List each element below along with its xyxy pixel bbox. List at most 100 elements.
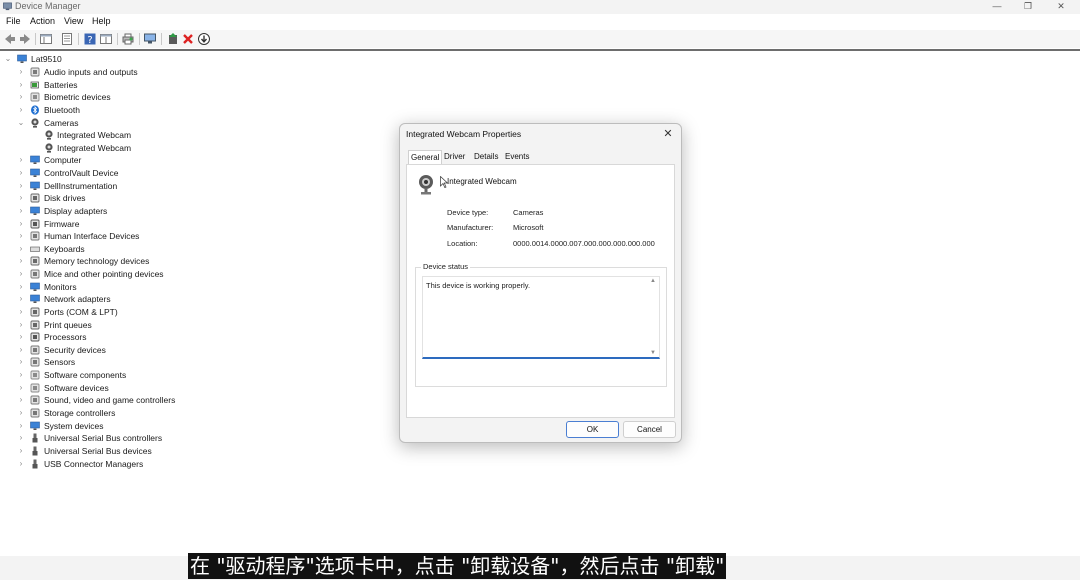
tree-item-universal-serial-bus-devices[interactable]: › Universal Serial Bus devices	[0, 445, 380, 457]
tree-root-lat9510[interactable]: ⌄ Lat9510	[0, 53, 380, 65]
tree-item-integrated-webcam[interactable]: Integrated Webcam	[0, 142, 380, 154]
tree-item-computer[interactable]: › Computer	[0, 154, 380, 166]
tree-item-software-components[interactable]: › Software components	[0, 369, 380, 381]
tree-item-print-queues[interactable]: › Print queues	[0, 319, 380, 331]
menu-help[interactable]: Help	[92, 16, 111, 26]
properties-icon[interactable]	[60, 32, 74, 46]
expand-chevron-icon[interactable]: ›	[17, 382, 25, 394]
expand-chevron-icon[interactable]: ›	[17, 91, 25, 103]
tree-item-label: Security devices	[44, 344, 106, 355]
webcam-icon	[419, 175, 433, 195]
expand-chevron-icon[interactable]: ›	[17, 369, 25, 381]
expand-chevron-icon[interactable]: ›	[17, 394, 25, 406]
tree-item-bluetooth[interactable]: › Bluetooth	[0, 104, 380, 116]
tree-item-cameras[interactable]: ⌄ Cameras	[0, 117, 380, 129]
dialog-close-button[interactable]: ✕	[661, 127, 675, 141]
tree-item-software-devices[interactable]: › Software devices	[0, 382, 380, 394]
tab-general[interactable]: General	[408, 150, 443, 165]
tree-item-audio-inputs-and-outputs[interactable]: › Audio inputs and outputs	[0, 66, 380, 78]
tree-item-monitors[interactable]: › Monitors	[0, 281, 380, 293]
download-update-icon[interactable]	[197, 32, 211, 46]
view-icon[interactable]	[99, 32, 113, 46]
manufacturer-label: Manufacturer:	[447, 223, 494, 232]
tree-item-batteries[interactable]: › Batteries	[0, 79, 380, 91]
menu-action[interactable]: Action	[30, 16, 55, 26]
forward-icon[interactable]	[18, 32, 32, 46]
expand-chevron-icon[interactable]: ›	[17, 66, 25, 78]
tree-item-controlvault-device[interactable]: › ControlVault Device	[0, 167, 380, 179]
expand-chevron-icon[interactable]: ›	[17, 293, 25, 305]
maximize-button[interactable]: ❐	[1013, 0, 1043, 14]
expand-chevron-icon[interactable]: ›	[17, 192, 25, 204]
expand-chevron-icon[interactable]: ›	[17, 205, 25, 217]
expand-chevron-icon[interactable]: ›	[17, 407, 25, 419]
tree-item-firmware[interactable]: › Firmware	[0, 218, 380, 230]
expand-chevron-icon[interactable]: ›	[17, 319, 25, 331]
tree-item-biometric-devices[interactable]: › Biometric devices	[0, 91, 380, 103]
expand-chevron-icon[interactable]: ›	[17, 432, 25, 444]
expand-chevron-icon[interactable]: ›	[17, 268, 25, 280]
tree-item-storage-controllers[interactable]: › Storage controllers	[0, 407, 380, 419]
expand-chevron-icon[interactable]: ›	[17, 344, 25, 356]
expand-chevron-icon[interactable]: ›	[17, 167, 25, 179]
location-value: 0000.0014.0000.007.000.000.000.000.000	[513, 239, 655, 248]
expand-chevron-icon[interactable]: ›	[17, 420, 25, 432]
tree-item-sound-video-and-game-controllers[interactable]: › Sound, video and game controllers	[0, 394, 380, 406]
expand-chevron-icon[interactable]: ›	[17, 218, 25, 230]
print-icon[interactable]	[121, 32, 135, 46]
tree-item-network-adapters[interactable]: › Network adapters	[0, 293, 380, 305]
tree-item-processors[interactable]: › Processors	[0, 331, 380, 343]
tree-item-dellinstrumentation[interactable]: › DellInstrumentation	[0, 180, 380, 192]
help-icon[interactable]: ?	[83, 32, 97, 46]
add-driver-icon[interactable]	[166, 32, 180, 46]
device-status-textbox[interactable]: This device is working properly. ▲ ▼	[422, 276, 660, 359]
expand-chevron-icon[interactable]: ›	[17, 331, 25, 343]
expand-chevron-icon[interactable]: ›	[17, 356, 25, 368]
expand-chevron-icon[interactable]: ›	[17, 104, 25, 116]
tree-item-system-devices[interactable]: › System devices	[0, 420, 380, 432]
expand-chevron-icon[interactable]: ›	[17, 255, 25, 267]
tree-item-integrated-webcam[interactable]: Integrated Webcam	[0, 129, 380, 141]
ok-button[interactable]: OK	[566, 421, 619, 438]
tree-item-universal-serial-bus-controllers[interactable]: › Universal Serial Bus controllers	[0, 432, 380, 444]
minimize-button[interactable]: —	[982, 0, 1012, 14]
expand-chevron-icon[interactable]: ›	[17, 154, 25, 166]
expand-chevron-icon[interactable]: ›	[17, 243, 25, 255]
uninstall-device-icon[interactable]	[181, 32, 195, 46]
collapse-chevron-icon[interactable]: ⌄	[17, 117, 25, 129]
tree-item-disk-drives[interactable]: › Disk drives	[0, 192, 380, 204]
tree-item-sensors[interactable]: › Sensors	[0, 356, 380, 368]
collapse-chevron-icon[interactable]: ⌄	[4, 53, 12, 65]
menu-file[interactable]: File	[6, 16, 21, 26]
expand-chevron-icon[interactable]: ›	[17, 79, 25, 91]
cancel-button[interactable]: Cancel	[623, 421, 676, 438]
tree-item-label: Sensors	[44, 357, 76, 368]
expand-chevron-icon[interactable]: ›	[17, 281, 25, 293]
scroll-down-icon[interactable]: ▼	[650, 350, 656, 356]
tree-item-ports-com-lpt[interactable]: › Ports (COM & LPT)	[0, 306, 380, 318]
tree-item-security-devices[interactable]: › Security devices	[0, 344, 380, 356]
tree-item-usb-connector-managers[interactable]: › USB Connector Managers	[0, 458, 380, 470]
tree-item-keyboards[interactable]: › Keyboards	[0, 243, 380, 255]
scan-hardware-icon[interactable]	[143, 32, 157, 46]
menu-view[interactable]: View	[64, 16, 83, 26]
tab-details[interactable]: Details	[472, 150, 500, 164]
close-button[interactable]: ✕	[1046, 0, 1076, 14]
show-hide-tree-icon[interactable]	[39, 32, 53, 46]
expand-chevron-icon[interactable]: ›	[17, 458, 25, 470]
tree-item-human-interface-devices[interactable]: › Human Interface Devices	[0, 230, 380, 242]
tab-driver[interactable]: Driver	[442, 150, 467, 164]
expand-chevron-icon[interactable]: ›	[17, 180, 25, 192]
tree-item-label: Batteries	[44, 79, 78, 90]
tree-item-display-adapters[interactable]: › Display adapters	[0, 205, 380, 217]
expand-chevron-icon[interactable]: ›	[17, 230, 25, 242]
back-icon[interactable]	[3, 32, 17, 46]
tree-item-mice-and-other-pointing-devices[interactable]: › Mice and other pointing devices	[0, 268, 380, 280]
tree-item-memory-technology-devices[interactable]: › Memory technology devices	[0, 255, 380, 267]
expand-chevron-icon[interactable]: ›	[17, 445, 25, 457]
tree-item-label: Universal Serial Bus controllers	[44, 433, 163, 444]
expand-chevron-icon[interactable]: ›	[17, 306, 25, 318]
scroll-up-icon[interactable]: ▲	[650, 278, 656, 284]
tab-events[interactable]: Events	[503, 150, 531, 164]
tree-item-label: Computer	[44, 155, 82, 166]
